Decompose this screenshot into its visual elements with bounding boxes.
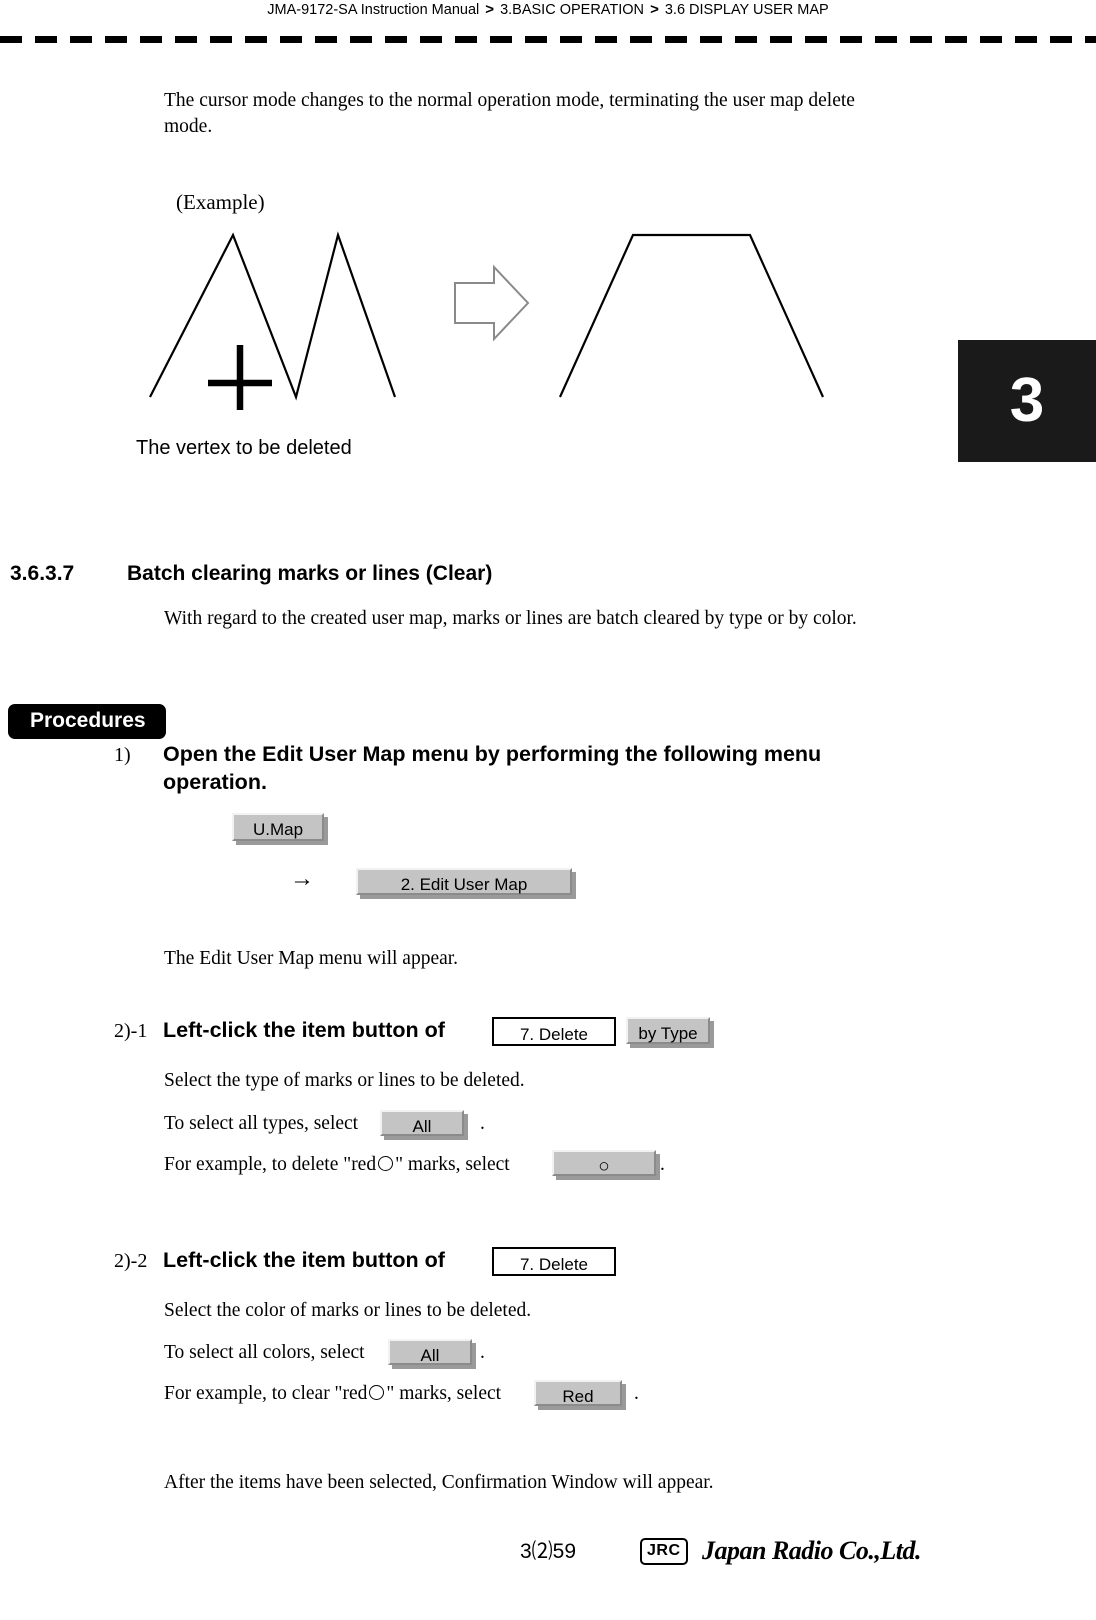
- step-2-2-title: Left-click the item button of: [163, 1248, 445, 1272]
- umap-button-label: U.Map: [252, 820, 304, 839]
- all-types-button-wrap: All: [380, 1110, 468, 1140]
- section-number: 3.6.3.7: [10, 562, 75, 585]
- chapter-tab: 3: [958, 340, 1096, 462]
- trapezoid-polyline-after: [558, 233, 825, 398]
- step-1-result: The Edit User Map menu will appear.: [164, 948, 459, 969]
- step-2-1-line-3-prefix: For example, to delete "red: [164, 1154, 377, 1175]
- edit-user-map-button-label: 2. Edit User Map: [400, 875, 528, 894]
- umap-button-wrap: U.Map: [232, 813, 328, 845]
- zigzag-polyline-before: [149, 231, 397, 401]
- closing-text: After the items have been selected, Conf…: [164, 1472, 714, 1493]
- step-1-number: 1): [114, 744, 131, 766]
- delete-item-box-color-label: 7. Delete: [519, 1255, 589, 1274]
- step-2-1-title: Left-click the item button of: [163, 1018, 445, 1042]
- by-type-button-label: by Type: [638, 1024, 698, 1043]
- example-diagram: [149, 231, 825, 410]
- intro-paragraph: The cursor mode changes to the normal op…: [164, 90, 855, 137]
- breadcrumb-separator-2: >: [650, 1, 659, 18]
- red-color-button-label: Red: [562, 1387, 594, 1406]
- red-circle-inline-icon-2: [369, 1385, 385, 1400]
- step-2-2-line-3-suffix: .: [634, 1383, 639, 1404]
- red-color-button-wrap: Red: [534, 1380, 626, 1410]
- delete-item-box-type[interactable]: 7. Delete: [492, 1017, 616, 1046]
- circle-mark-button[interactable]: ○: [552, 1150, 656, 1176]
- jrc-logo-mark: JRC: [640, 1538, 688, 1565]
- breadcrumb-manual: JMA-9172-SA Instruction Manual: [267, 2, 480, 18]
- breadcrumb-section: 3.6 DISPLAY USER MAP: [664, 2, 829, 18]
- jrc-logo-name: Japan Radio Co.,Ltd.: [702, 1536, 921, 1565]
- jrc-logo: JRC Japan Radio Co.,Ltd.: [640, 1536, 950, 1578]
- step-2-2-line-3-prefix: For example, to clear "red: [164, 1383, 368, 1404]
- breadcrumb: JMA-9172-SA Instruction Manual > 3.BASIC…: [0, 1, 1096, 18]
- step-1-title: Open the Edit User Map menu by performin…: [163, 742, 822, 794]
- circle-mark-button-label: ○: [598, 1156, 610, 1177]
- menu-path-arrow: →: [290, 866, 314, 892]
- step-2-2-line-2-prefix: To select all colors, select: [164, 1342, 365, 1363]
- step-2-1-line-3-mid: " marks, select: [395, 1154, 510, 1175]
- section-description: With regard to the created user map, mar…: [164, 608, 857, 629]
- by-type-button[interactable]: by Type: [626, 1017, 710, 1044]
- delete-item-box-color[interactable]: 7. Delete: [492, 1247, 616, 1276]
- page-header: JMA-9172-SA Instruction Manual > 3.BASIC…: [0, 0, 1096, 46]
- all-types-button-label: All: [412, 1117, 432, 1136]
- red-circle-inline-icon: [378, 1156, 394, 1171]
- example-label: (Example): [176, 190, 265, 214]
- breadcrumb-chapter: 3.BASIC OPERATION: [500, 2, 645, 18]
- procedures-badge: Procedures: [8, 704, 166, 739]
- step-2-1-line-1: Select the type of marks or lines to be …: [164, 1070, 525, 1091]
- page-title: Batch clearing marks or lines (Clear): [127, 562, 493, 585]
- step-2-1-number: 2)-1: [114, 1020, 148, 1042]
- edit-user-map-button[interactable]: 2. Edit User Map: [356, 868, 572, 895]
- red-color-button[interactable]: Red: [534, 1380, 622, 1406]
- edit-user-map-button-wrap: 2. Edit User Map: [356, 868, 576, 899]
- all-colors-button-label: All: [420, 1346, 440, 1365]
- step-2-1-line-3: For example, to delete "red " marks, sele…: [164, 1152, 510, 1178]
- vertex-crosshair-icon: [208, 345, 272, 410]
- all-colors-button-wrap: All: [388, 1339, 476, 1369]
- vertex-caption: The vertex to be deleted: [136, 437, 352, 459]
- step-2-1-line-2-suffix: .: [480, 1113, 485, 1134]
- step-2-2-line-3: For example, to clear "red " marks, selec…: [164, 1381, 501, 1407]
- transition-arrow-icon: [454, 264, 530, 342]
- by-type-button-wrap: by Type: [626, 1017, 714, 1048]
- breadcrumb-separator-1: >: [485, 1, 495, 18]
- umap-button[interactable]: U.Map: [232, 813, 324, 841]
- step-2-2-line-1: Select the color of marks or lines to be…: [164, 1300, 532, 1321]
- step-2-2-line-3-mid: " marks, select: [386, 1383, 502, 1404]
- step-2-1-line-2-prefix: To select all types, select: [164, 1113, 359, 1134]
- all-colors-button[interactable]: All: [388, 1339, 472, 1365]
- circle-mark-button-wrap: ○: [552, 1150, 660, 1180]
- header-dashed-rule: [0, 36, 1096, 43]
- all-types-button[interactable]: All: [380, 1110, 464, 1136]
- step-2-2-line-2-suffix: .: [480, 1342, 485, 1363]
- step-2-2-number: 2)-2: [114, 1250, 148, 1272]
- delete-item-box-type-label: 7. Delete: [519, 1025, 589, 1044]
- chapter-tab-number: 3: [1009, 366, 1045, 435]
- step-2-1-line-3-suffix: .: [660, 1154, 665, 1175]
